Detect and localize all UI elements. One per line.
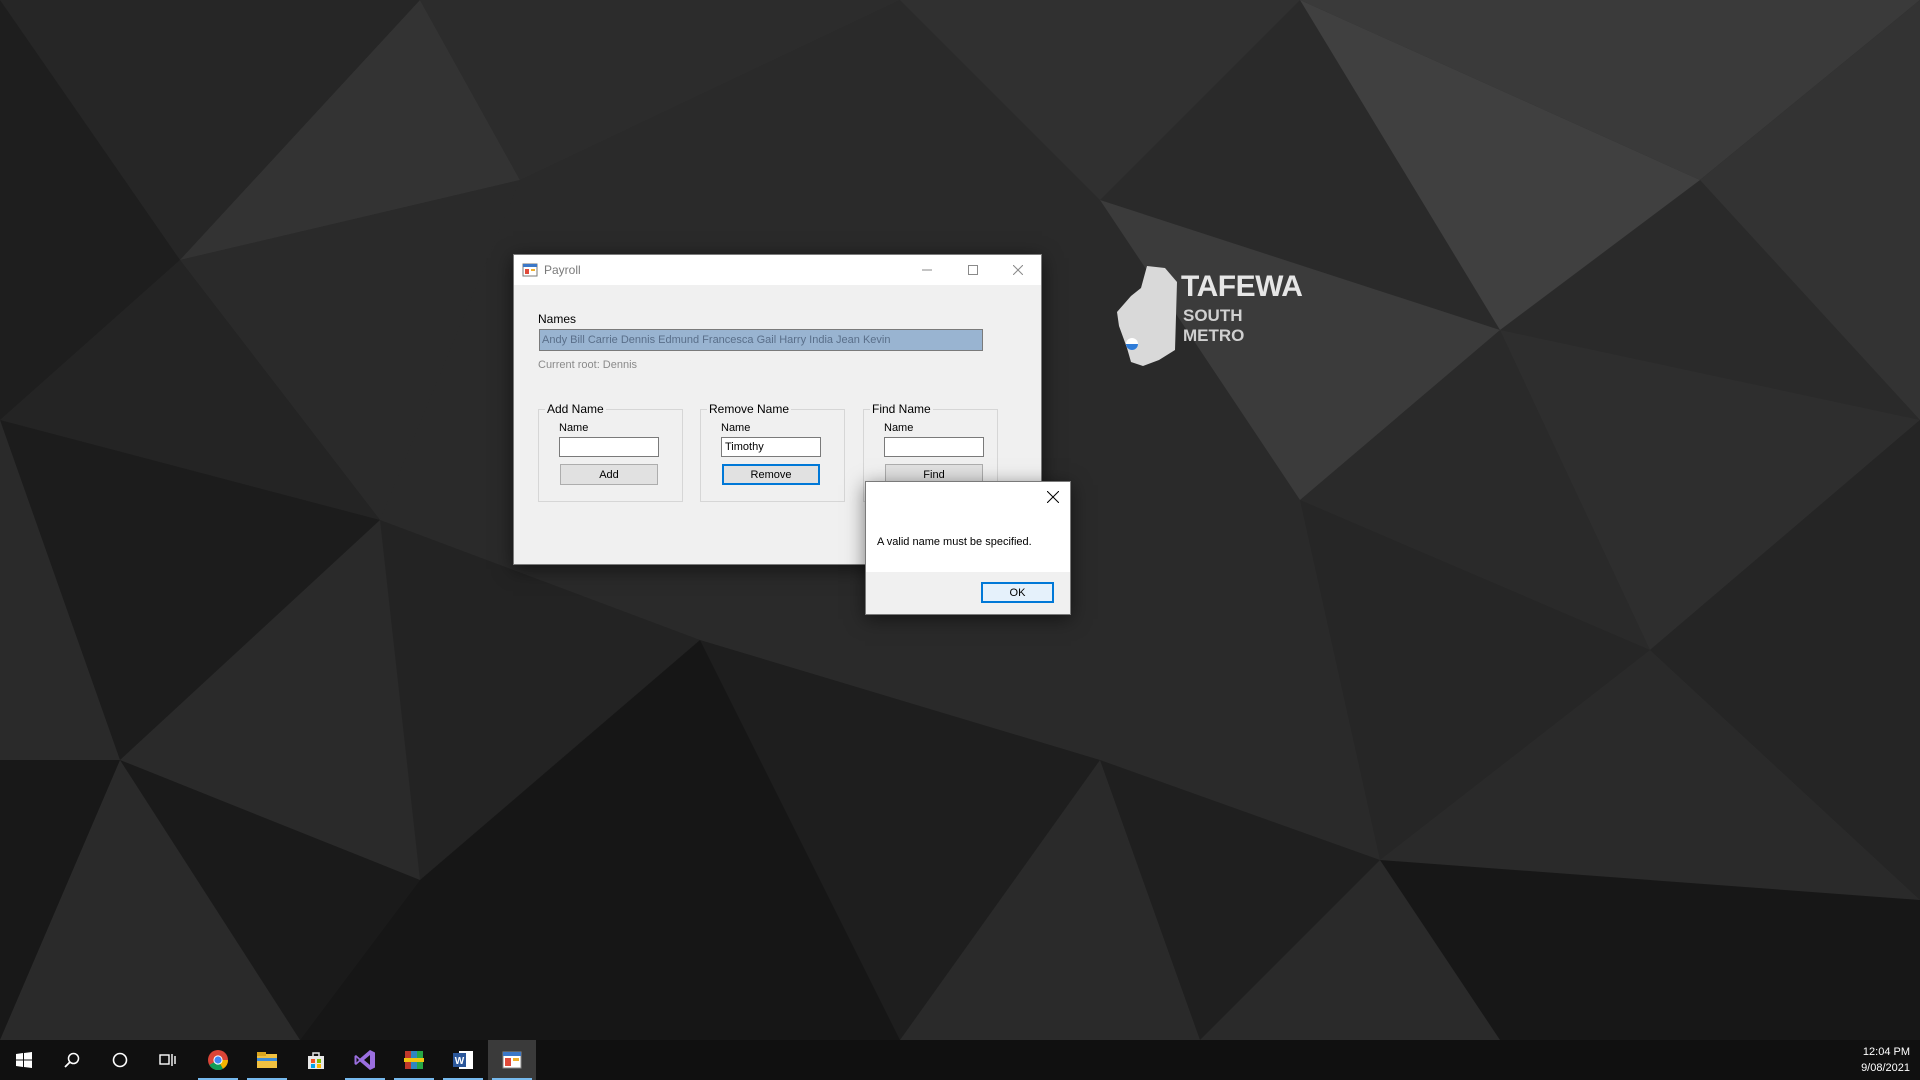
taskbar-chrome[interactable] xyxy=(194,1040,242,1080)
search-icon xyxy=(64,1052,80,1068)
find-name-group-title: Find Name xyxy=(870,402,933,416)
form-app-icon xyxy=(522,263,538,277)
taskbar-store[interactable] xyxy=(292,1040,340,1080)
close-icon xyxy=(1013,265,1023,275)
dialog-close-button[interactable] xyxy=(1040,484,1066,510)
find-name-label: Name xyxy=(884,422,914,434)
payroll-app-icon xyxy=(502,1051,522,1069)
taskbar-word[interactable]: W xyxy=(439,1040,487,1080)
names-display[interactable]: Andy Bill Carrie Dennis Edmund Francesca… xyxy=(539,329,983,351)
find-name-input[interactable] xyxy=(884,437,984,457)
add-button[interactable]: Add xyxy=(560,464,658,485)
logo-brand-line1: SOUTH xyxy=(1183,306,1243,325)
logo-brand-sub: SOUTH METRO xyxy=(1183,306,1244,346)
cortana-icon xyxy=(112,1052,128,1068)
window-title: Payroll xyxy=(544,263,581,277)
system-clock[interactable]: 12:04 PM 9/08/2021 xyxy=(1861,1044,1910,1076)
add-name-group: Add Name Name Add xyxy=(538,402,683,502)
logo-brand-main: TAFEWA xyxy=(1181,270,1303,303)
tafewa-logo: TAFEWA SOUTH METRO xyxy=(1117,266,1317,370)
current-root-label: Current root: Dennis xyxy=(538,359,638,371)
clock-time: 12:04 PM xyxy=(1862,1046,1910,1058)
start-icon xyxy=(16,1052,32,1068)
ok-button[interactable]: OK xyxy=(981,582,1054,603)
western-australia-map-icon xyxy=(1117,266,1177,366)
names-label: Names xyxy=(538,312,577,326)
desktop: TAFEWA SOUTH METRO Payroll Names Andy Bi… xyxy=(0,0,1920,1040)
taskbar-visual-studio[interactable] xyxy=(341,1040,389,1080)
svg-text:W: W xyxy=(455,1056,465,1067)
remove-button[interactable]: Remove xyxy=(722,464,820,485)
remove-name-input[interactable] xyxy=(721,437,821,457)
minimize-icon xyxy=(922,269,932,271)
task-view-button[interactable] xyxy=(144,1040,192,1080)
add-name-label: Name xyxy=(559,422,589,434)
start-button[interactable] xyxy=(0,1040,48,1080)
logo-brand-line2: METRO xyxy=(1183,326,1245,345)
search-button[interactable] xyxy=(48,1040,96,1080)
maximize-button[interactable] xyxy=(950,255,996,285)
maximize-icon xyxy=(968,265,978,275)
store-icon xyxy=(308,1052,324,1069)
cortana-button[interactable] xyxy=(96,1040,144,1080)
minimize-button[interactable] xyxy=(904,255,950,285)
visual-studio-icon xyxy=(354,1050,375,1070)
taskbar: W 12:04 PM 9/08/2021 xyxy=(0,1040,1920,1080)
add-name-group-title: Add Name xyxy=(545,402,606,416)
close-button[interactable] xyxy=(995,255,1041,285)
taskbar-payroll-app[interactable] xyxy=(488,1040,536,1080)
taskbar-file-explorer[interactable] xyxy=(243,1040,291,1080)
clock-date: 9/08/2021 xyxy=(1861,1062,1910,1074)
winrar-icon xyxy=(404,1051,424,1069)
chrome-icon xyxy=(208,1050,229,1071)
window-titlebar[interactable]: Payroll xyxy=(514,255,1041,285)
taskbar-winrar[interactable] xyxy=(390,1040,438,1080)
add-name-input[interactable] xyxy=(559,437,659,457)
remove-name-label: Name xyxy=(721,422,751,434)
error-message-dialog: A valid name must be specified. OK xyxy=(865,481,1071,615)
word-icon: W xyxy=(453,1051,473,1069)
dialog-footer: OK xyxy=(866,572,1070,614)
task-view-icon xyxy=(159,1054,176,1066)
remove-name-group-title: Remove Name xyxy=(707,402,792,416)
dialog-message: A valid name must be specified. xyxy=(877,536,1032,548)
remove-name-group: Remove Name Name Remove xyxy=(700,402,845,502)
close-icon xyxy=(1047,491,1059,503)
file-explorer-icon xyxy=(257,1052,277,1068)
